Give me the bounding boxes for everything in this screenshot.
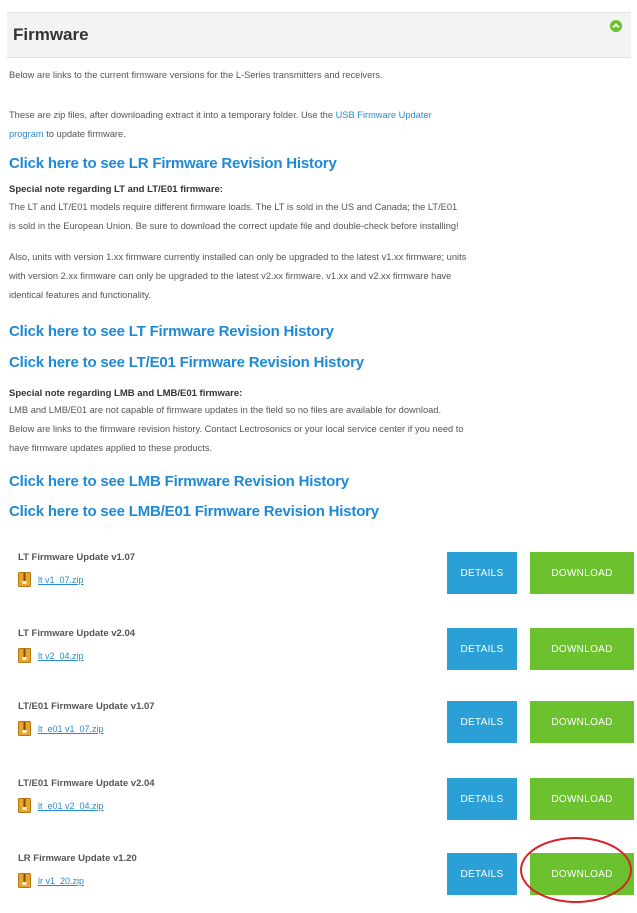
usb-updater-link[interactable]: USB Firmware Updater [336, 110, 432, 120]
details-button[interactable]: DETAILS [447, 778, 517, 820]
update-title: LR Firmware Update v1.20 [18, 853, 137, 864]
list-item: LT Firmware Update v1.07 lt v1_07.zip DE… [14, 552, 634, 612]
zip-file-icon [18, 721, 31, 736]
download-button[interactable]: DOWNLOAD [530, 778, 634, 820]
lt-history-link[interactable]: Click here to see LT Firmware Revision H… [9, 323, 334, 340]
section-header: Firmware [7, 12, 631, 58]
list-item: LT/E01 Firmware Update v1.07 lt_e01 v1_0… [14, 701, 634, 761]
zip-file-icon [18, 648, 31, 663]
note-lt-line-4: with version 2.xx firmware can only be u… [9, 271, 452, 281]
list-item: LT/E01 Firmware Update v2.04 lt_e01 v2_0… [14, 778, 634, 838]
lmb-history-link[interactable]: Click here to see LMB Firmware Revision … [9, 473, 349, 490]
note-lmb-line-3: have firmware updates applied to these p… [9, 443, 213, 453]
details-button[interactable]: DETAILS [447, 628, 517, 670]
note-lmb-line-2: Below are links to the firmware revision… [9, 424, 464, 434]
file-link[interactable]: lt v2_04.zip [38, 651, 84, 661]
section-title: Firmware [13, 25, 89, 44]
file-link[interactable]: lt_e01 v1_07.zip [38, 724, 104, 734]
note-lt-line-1: The LT and LT/E01 models require differe… [9, 202, 458, 212]
note-lt-line-2: is sold in the European Union. Be sure t… [9, 221, 459, 231]
note-lt-line-5: identical features and functionality. [9, 290, 151, 300]
update-title: LT/E01 Firmware Update v1.07 [18, 701, 155, 712]
update-title: LT Firmware Update v1.07 [18, 552, 136, 563]
details-button[interactable]: DETAILS [447, 552, 517, 594]
update-title: LT/E01 Firmware Update v2.04 [18, 778, 155, 789]
download-button[interactable]: DOWNLOAD [530, 701, 634, 743]
file-link[interactable]: lr v1_20.zip [38, 876, 84, 886]
intro-line-1: Below are links to the current firmware … [9, 70, 383, 80]
note-lt-line-3: Also, units with version 1.xx firmware c… [9, 252, 467, 262]
list-item: LT Firmware Update v2.04 lt v2_04.zip DE… [14, 628, 634, 688]
file-link[interactable]: lt v1_07.zip [38, 575, 84, 585]
intro-text-post: to update firmware. [43, 129, 126, 139]
list-item: LR Firmware Update v1.20 lr v1_20.zip DE… [14, 853, 634, 913]
file-link[interactable]: lt_e01 v2_04.zip [38, 801, 104, 811]
lmbe01-history-link[interactable]: Click here to see LMB/E01 Firmware Revis… [9, 503, 379, 520]
zip-file-icon [18, 798, 31, 813]
zip-file-icon [18, 873, 31, 888]
details-button[interactable]: DETAILS [447, 853, 517, 895]
intro-line-2: These are zip files, after downloading e… [9, 106, 634, 144]
note-lmb-line-1: LMB and LMB/E01 are not capable of firmw… [9, 405, 442, 415]
lr-history-link[interactable]: Click here to see LR Firmware Revision H… [9, 155, 337, 172]
lte01-history-link[interactable]: Click here to see LT/E01 Firmware Revisi… [9, 354, 364, 371]
zip-file-icon [18, 572, 31, 587]
update-title: LT Firmware Update v2.04 [18, 628, 136, 639]
download-button[interactable]: DOWNLOAD [530, 552, 634, 594]
usb-updater-link-program[interactable]: program [9, 129, 44, 139]
note-lt-title: Special note regarding LT and LT/E01 fir… [9, 184, 223, 195]
download-button[interactable]: DOWNLOAD [530, 853, 634, 895]
details-button[interactable]: DETAILS [447, 701, 517, 743]
collapse-icon[interactable] [609, 19, 623, 33]
note-lmb-title: Special note regarding LMB and LMB/E01 f… [9, 388, 243, 399]
download-button[interactable]: DOWNLOAD [530, 628, 634, 670]
firmware-page: Firmware Below are links to the current … [0, 0, 637, 907]
intro-text: These are zip files, after downloading e… [9, 110, 336, 120]
